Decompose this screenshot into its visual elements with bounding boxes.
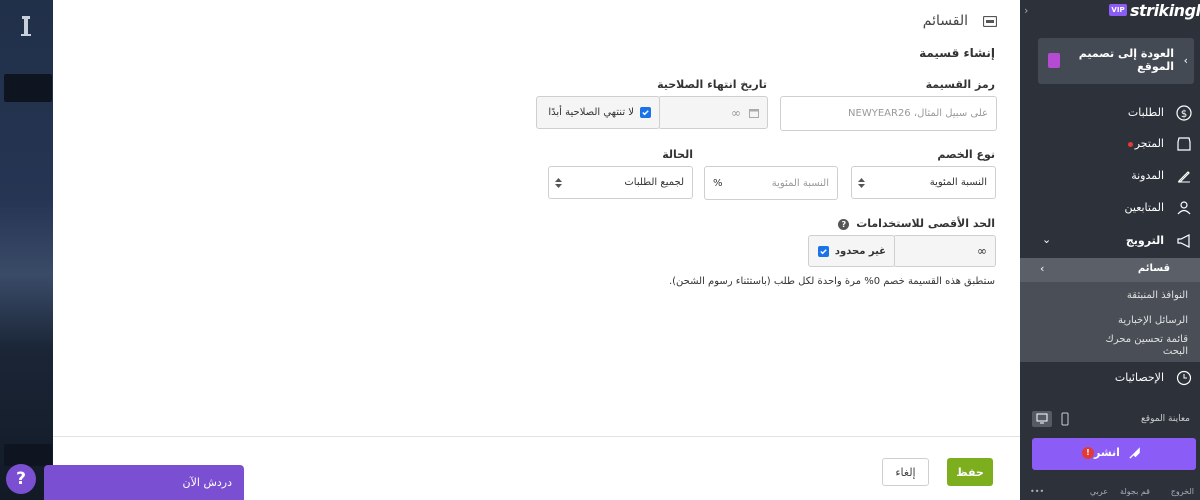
warning-icon: ! bbox=[1082, 447, 1094, 459]
sidebar-subitem-seo[interactable]: قائمة تحسين محرك البحث bbox=[1078, 334, 1188, 358]
sidebar-subitem-popups[interactable]: النوافذ المنبثقة bbox=[1127, 290, 1188, 301]
preview-row: معاينة الموقع bbox=[1020, 410, 1200, 430]
expiry-value: ∞ bbox=[731, 105, 741, 120]
mobile-icon[interactable] bbox=[1060, 411, 1070, 427]
ticket-icon bbox=[983, 16, 997, 27]
status-label: الحالة bbox=[662, 148, 693, 161]
preview-label: معاينة الموقع bbox=[1141, 414, 1190, 424]
status-select[interactable]: لجميع الطلبات bbox=[548, 166, 693, 199]
sidebar-item-label: المتابعين bbox=[1124, 201, 1165, 214]
tour-button[interactable]: قم بجولة bbox=[1120, 487, 1150, 496]
store-icon bbox=[1177, 137, 1191, 151]
discount-value-input[interactable]: النسبة المئوية % bbox=[704, 166, 838, 200]
help-icon[interactable]: ? bbox=[838, 219, 850, 230]
sidebar-item-label: الطلبات bbox=[1127, 106, 1164, 119]
coupon-modal: القسائم إنشاء قسيمة رمز القسيمة على سبيل… bbox=[53, 0, 1020, 500]
save-button[interactable]: حفظ bbox=[947, 458, 993, 486]
sidebar-footer: الخروج قم بجولة عربي ••• bbox=[1020, 484, 1200, 500]
never-expire-label: لا تنتهي الصلاحية أبدًا bbox=[548, 107, 634, 118]
sidebar-item-promotion[interactable]: الترويج ⌄ bbox=[1020, 231, 1200, 253]
rocket-icon bbox=[1129, 447, 1140, 459]
lighthouse-icon bbox=[21, 16, 31, 36]
brand-logo: strikingly bbox=[1130, 1, 1200, 20]
document-icon bbox=[1048, 53, 1060, 68]
back-to-design-label: العودة إلى تصميم الموقع bbox=[1078, 47, 1174, 73]
discount-value-placeholder: النسبة المئوية bbox=[771, 177, 829, 189]
chevron-left-icon: ‹ bbox=[1183, 54, 1188, 67]
max-uses-label-text: الحد الأقصى للاستخدامات bbox=[856, 217, 995, 230]
pen-icon bbox=[1178, 171, 1190, 183]
sidebar-item-analytics[interactable]: الإحصائيات bbox=[1020, 368, 1200, 390]
more-button[interactable]: ••• bbox=[1030, 487, 1044, 496]
coupon-code-placeholder: على سبيل المثال، NEWYEAR26 bbox=[848, 108, 988, 119]
promotion-submenu: قسائم ‹ النوافذ المنبثقة الرسائل الإخبار… bbox=[1020, 258, 1200, 362]
clock-icon bbox=[1176, 370, 1192, 386]
sidebar-subitem-label: قسائم bbox=[1137, 263, 1170, 274]
percent-unit: % bbox=[713, 177, 723, 189]
discount-type-label: نوع الخصم bbox=[937, 148, 995, 161]
coupon-code-input[interactable]: على سبيل المثال، NEWYEAR26 bbox=[780, 96, 997, 131]
desktop-icon[interactable] bbox=[1032, 411, 1052, 427]
publish-label: انشر bbox=[1094, 446, 1120, 459]
megaphone-icon bbox=[1177, 234, 1190, 248]
sidebar-item-label: الإحصائيات bbox=[1114, 371, 1164, 384]
notification-dot bbox=[1128, 142, 1133, 147]
calendar-icon bbox=[749, 108, 759, 118]
section-title: إنشاء قسيمة bbox=[919, 46, 995, 60]
chevron-left-icon: ‹ bbox=[1040, 262, 1045, 275]
dollar-icon: $ bbox=[1176, 105, 1192, 121]
discount-type-value: النسبة المئوية bbox=[929, 177, 987, 188]
sidebar-item-label: الترويج bbox=[1125, 234, 1164, 247]
select-arrows-icon bbox=[858, 178, 865, 188]
unlimited-label: غير محدود bbox=[834, 245, 886, 257]
discount-type-select[interactable]: النسبة المئوية bbox=[851, 166, 996, 199]
publish-button[interactable]: انشر ! bbox=[1032, 438, 1196, 470]
vip-badge: VIP bbox=[1109, 4, 1127, 16]
language-button[interactable]: عربي bbox=[1090, 487, 1108, 496]
max-uses-label: الحد الأقصى للاستخدامات ? bbox=[838, 217, 995, 230]
sidebar-item-followers[interactable]: المتابعين bbox=[1020, 198, 1200, 220]
sidebar-item-orders[interactable]: $ الطلبات bbox=[1020, 103, 1200, 125]
chat-now-label: دردش الآن bbox=[182, 476, 232, 489]
cancel-button[interactable]: إلغاء bbox=[882, 458, 929, 486]
page-title: القسائم bbox=[922, 13, 968, 29]
never-expire-option[interactable]: لا تنتهي الصلاحية أبدًا bbox=[536, 96, 660, 129]
unlimited-option[interactable]: غير محدود bbox=[808, 235, 895, 267]
expiry-label: تاريخ انتهاء الصلاحية bbox=[657, 78, 767, 91]
help-button[interactable]: ? bbox=[6, 464, 36, 494]
expiry-date-input[interactable]: ∞ bbox=[658, 96, 768, 129]
sidebar-item-label: المدونة bbox=[1131, 169, 1164, 182]
sidebar-item-label: المتجر bbox=[1134, 137, 1164, 150]
sidebar-subitem-coupons[interactable]: قسائم ‹ bbox=[1020, 258, 1200, 282]
coupon-summary: ستطبق هذه القسيمة خصم 0% مرة واحدة لكل ط… bbox=[668, 276, 995, 287]
sidebar-item-store[interactable]: المتجر bbox=[1020, 134, 1200, 156]
chevron-down-icon: ⌄ bbox=[1042, 233, 1052, 246]
svg-text:$: $ bbox=[1181, 109, 1187, 120]
select-arrows-icon bbox=[555, 178, 562, 188]
site-preview-background bbox=[0, 0, 53, 500]
max-uses-input[interactable]: ∞ bbox=[893, 235, 996, 267]
sidebar-subitem-newsletters[interactable]: الرسائل الإخبارية bbox=[1118, 315, 1188, 326]
never-expire-checkbox[interactable] bbox=[640, 107, 651, 118]
chat-now-bar[interactable]: دردش الآن bbox=[44, 465, 244, 500]
exit-button[interactable]: الخروج bbox=[1171, 487, 1194, 496]
max-uses-value: ∞ bbox=[977, 244, 987, 258]
sidebar-item-blog[interactable]: المدونة bbox=[1020, 166, 1200, 188]
status-value: لجميع الطلبات bbox=[624, 177, 684, 188]
image-placeholder bbox=[4, 444, 52, 466]
back-to-design-button[interactable]: العودة إلى تصميم الموقع ‹ bbox=[1038, 38, 1194, 84]
image-placeholder bbox=[4, 74, 52, 102]
users-icon bbox=[1177, 201, 1191, 215]
collapse-chevron-icon[interactable]: › bbox=[1024, 4, 1028, 17]
coupon-code-label: رمز القسيمة bbox=[925, 78, 995, 91]
unlimited-checkbox[interactable] bbox=[817, 245, 829, 257]
